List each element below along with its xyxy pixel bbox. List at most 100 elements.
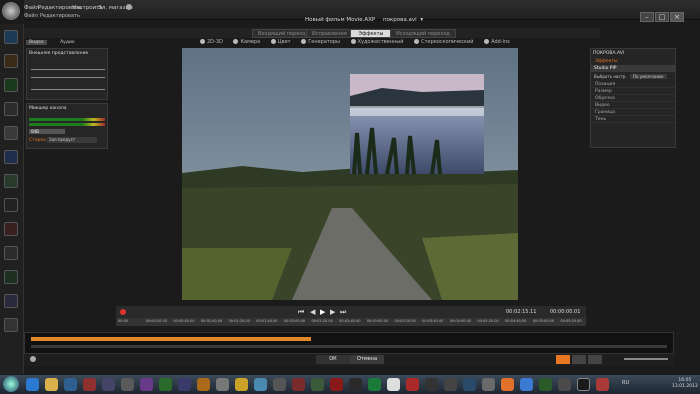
- view-mode-button[interactable]: [556, 355, 570, 364]
- desktop-shortcut-icon[interactable]: [4, 318, 18, 332]
- play-icon[interactable]: ▶: [320, 308, 325, 316]
- zoom-slider[interactable]: [624, 358, 668, 360]
- ok-button[interactable]: ОК: [316, 355, 350, 364]
- section-crop[interactable]: Обрезка: [591, 95, 675, 102]
- category-artistic[interactable]: Художественный: [350, 39, 404, 45]
- tab-corrections[interactable]: Исправления: [306, 29, 353, 38]
- taskbar-app-icon[interactable]: [539, 378, 552, 391]
- category-generators[interactable]: Генераторы: [301, 39, 340, 45]
- taskbar-app-icon[interactable]: [596, 378, 609, 391]
- category-icon: [350, 39, 356, 44]
- system-clock[interactable]: 16:05 13.01.2013: [672, 378, 698, 390]
- section-video[interactable]: Видео: [591, 102, 675, 109]
- menu-file[interactable]: Файл: [24, 5, 39, 11]
- ruler-label: 00:04:00.00: [449, 319, 472, 323]
- desktop-shortcut-icon[interactable]: [4, 30, 18, 44]
- section-shadow[interactable]: Тень: [591, 116, 675, 123]
- desktop-shortcut-icon[interactable]: [4, 102, 18, 116]
- desktop-shortcut-icon[interactable]: [4, 294, 18, 308]
- desktop-shortcut-icon[interactable]: [4, 78, 18, 92]
- video-toggle[interactable]: Видео: [26, 40, 47, 45]
- taskbar-app-icon[interactable]: [83, 378, 96, 391]
- taskbar-app-icon[interactable]: [178, 378, 191, 391]
- close-button[interactable]: ×: [670, 12, 684, 22]
- desktop-shortcut-icon[interactable]: [4, 54, 18, 68]
- category-color[interactable]: Цвет: [270, 39, 291, 45]
- stereo-select[interactable]: Зал.предуст: [47, 137, 97, 143]
- end-timecode[interactable]: 00:00:00.01: [550, 309, 580, 315]
- taskbar-app-icon[interactable]: [482, 378, 495, 391]
- skip-forward-icon[interactable]: ⏭: [340, 308, 346, 317]
- skip-back-icon[interactable]: ⏮: [298, 308, 304, 317]
- step-back-icon[interactable]: ◀: [310, 308, 315, 316]
- cancel-button[interactable]: Отмена: [350, 355, 384, 364]
- timeline[interactable]: [24, 332, 674, 354]
- submenu-file[interactable]: Файл: [24, 13, 38, 19]
- taskbar-app-icon[interactable]: [444, 378, 457, 391]
- record-icon[interactable]: [120, 309, 126, 315]
- effect-name[interactable]: Studio PIP: [591, 65, 675, 72]
- desktop-shortcut-icon[interactable]: [4, 150, 18, 164]
- taskbar-app-icon[interactable]: [558, 378, 571, 391]
- desktop-shortcut-icon[interactable]: [4, 198, 18, 212]
- category-camera[interactable]: Камера: [233, 39, 260, 45]
- explorer-icon[interactable]: [45, 378, 58, 391]
- taskbar-app-icon[interactable]: [311, 378, 324, 391]
- taskbar-app-icon[interactable]: [64, 378, 77, 391]
- section-position[interactable]: Позиция: [591, 81, 675, 88]
- taskbar-app-icon[interactable]: [292, 378, 305, 391]
- desktop-shortcut-icon[interactable]: [4, 222, 18, 236]
- submenu-edit[interactable]: Редактировать: [40, 13, 80, 19]
- start-button[interactable]: [3, 376, 19, 392]
- step-forward-icon[interactable]: ▶: [330, 308, 335, 316]
- language-indicator[interactable]: RU: [622, 380, 629, 386]
- help-icon[interactable]: [126, 4, 132, 10]
- current-timecode[interactable]: 00:02:15.11: [506, 309, 536, 315]
- taskbar-app-icon[interactable]: [273, 378, 286, 391]
- maximize-button[interactable]: □: [655, 12, 669, 22]
- effects-label[interactable]: Эффекты: [591, 58, 675, 65]
- taskbar-app-icon[interactable]: [368, 378, 381, 391]
- view-mode-button[interactable]: [572, 355, 586, 364]
- gain-value[interactable]: 0dB: [29, 129, 65, 134]
- pip-overlay[interactable]: [350, 74, 484, 175]
- taskbar-app-icon[interactable]: [349, 378, 362, 391]
- taskbar-app-icon[interactable]: [463, 378, 476, 391]
- taskbar-app-icon[interactable]: [216, 378, 229, 391]
- studio-taskbar-icon[interactable]: [577, 378, 590, 391]
- taskbar-app-icon[interactable]: [387, 378, 400, 391]
- taskbar-app-icon[interactable]: [235, 378, 248, 391]
- desktop-shortcut-icon[interactable]: [4, 174, 18, 188]
- level-meter: [29, 123, 105, 126]
- tab-effects[interactable]: Эффекты: [350, 29, 392, 38]
- info-icon[interactable]: [30, 356, 36, 362]
- firefox-icon[interactable]: [501, 378, 514, 391]
- desktop-shortcut-icon[interactable]: [4, 126, 18, 140]
- category-addins[interactable]: Add-ins: [484, 39, 510, 45]
- section-border[interactable]: Граница: [591, 109, 675, 116]
- taskbar-app-icon[interactable]: [121, 378, 134, 391]
- category-stereo[interactable]: Стереоскопический: [414, 39, 474, 45]
- view-mode-button[interactable]: [588, 355, 602, 364]
- ie-icon[interactable]: [26, 378, 39, 391]
- desktop-shortcut-icon[interactable]: [4, 270, 18, 284]
- tab-transition-out[interactable]: Исходящий переход: [390, 29, 456, 38]
- taskbar-app-icon[interactable]: [254, 378, 267, 391]
- taskbar-app-icon[interactable]: [159, 378, 172, 391]
- category-2d3d[interactable]: 2D-3D: [200, 39, 223, 45]
- taskbar-app-icon[interactable]: [330, 378, 343, 391]
- desktop-shortcut-icon[interactable]: [4, 246, 18, 260]
- taskbar-app-icon[interactable]: [102, 378, 115, 391]
- ruler-label: 00:03:00.00: [366, 319, 389, 323]
- time-ruler[interactable]: 00:00 00:00:20.00 00:00:40.00 00:01:00.00 00…: [116, 318, 586, 326]
- taskbar-app-icon[interactable]: [406, 378, 419, 391]
- preset-select[interactable]: По умолчанию: [630, 74, 667, 79]
- taskbar-app-icon[interactable]: [520, 378, 533, 391]
- chevron-down-icon[interactable]: ▾: [420, 17, 423, 23]
- taskbar-app-icon[interactable]: [140, 378, 153, 391]
- section-size[interactable]: Размер: [591, 88, 675, 95]
- taskbar-app-icon[interactable]: [425, 378, 438, 391]
- minimize-button[interactable]: –: [640, 12, 654, 22]
- taskbar-app-icon[interactable]: [197, 378, 210, 391]
- audio-toggle[interactable]: Аудио: [60, 40, 75, 45]
